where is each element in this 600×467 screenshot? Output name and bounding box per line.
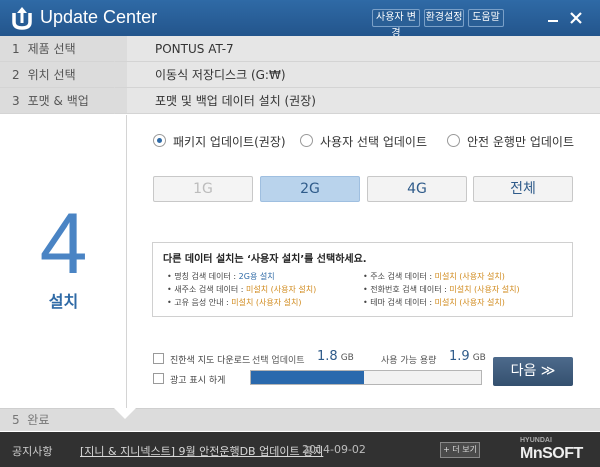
radio-icon — [447, 134, 460, 147]
selected-update-label: 선택 업데이트 — [252, 356, 305, 366]
step-3-value: 포맷 및 백업 데이터 설치 (권장) — [127, 88, 600, 113]
progress-fill — [251, 371, 364, 384]
settings-button[interactable]: 환경설정 — [424, 9, 464, 27]
app-title: Update Center — [40, 7, 158, 27]
footer: 공지사항 [지니 & 지니넥스트] 9월 안전운행DB 업데이트 공지 2014… — [0, 432, 600, 467]
info-item: • 전화번호 검색 데이터 : 미설치 (사용자 설치) — [363, 285, 520, 294]
minimize-icon[interactable] — [543, 9, 563, 27]
step-2-value: 이동식 저장디스크 (G:₩) — [127, 62, 600, 87]
size-2g-button[interactable]: 2G — [260, 176, 360, 202]
info-item: • 새주소 검색 데이터 : 미설치 (사용자 설치) — [167, 285, 317, 294]
info-item: • 고유 음성 안내 : 미설치 (사용자 설치) — [167, 298, 302, 307]
brand-logo: MnSOFT — [520, 445, 583, 462]
step-1-value: PONTUS AT-7 — [127, 36, 600, 61]
step-5-row: 5 완료 — [0, 408, 600, 431]
title-bar: Update Center 사용자 변경 환경설정 도움말 — [0, 0, 600, 39]
brand-logo-small: HYUNDAI — [520, 437, 552, 444]
info-item: • 테마 검색 데이터 : 미설치 (사용자 설치) — [363, 298, 505, 307]
change-user-button[interactable]: 사용자 변경 — [372, 9, 420, 39]
next-button[interactable]: 다음 ≫ — [493, 357, 573, 386]
notice-link[interactable]: [지니 & 지니넥스트] 9월 안전운행DB 업데이트 공지 — [80, 443, 323, 459]
available-space-label: 사용 가능 용량 — [381, 356, 437, 366]
help-button[interactable]: 도움말 — [468, 9, 504, 27]
current-step-panel: 4 설치 — [0, 115, 127, 408]
radio-icon — [153, 134, 166, 147]
step-1-row[interactable]: 1 제품 선택 PONTUS AT-7 — [0, 36, 600, 62]
size-4g-button[interactable]: 4G — [367, 176, 467, 202]
update-logo-icon — [12, 7, 32, 30]
step-5-label: 5 완료 — [12, 413, 50, 427]
step-3-row[interactable]: 3 포맷 & 백업 포맷 및 백업 데이터 설치 (권장) — [0, 88, 600, 114]
step-2-row[interactable]: 2 위치 선택 이동식 저장디스크 (G:₩) — [0, 62, 600, 88]
current-step-number: 4 — [39, 196, 88, 292]
available-space-value: 1.9 GB — [449, 349, 486, 364]
size-1g-button[interactable]: 1G — [153, 176, 253, 202]
capacity-progress-bar — [250, 370, 482, 385]
notice-date: 2014-09-02 — [302, 443, 366, 456]
radio-icon — [300, 134, 313, 147]
notice-label: 공지사항 — [12, 445, 53, 458]
step-1-label: 1 제품 선택 — [0, 36, 127, 61]
info-item: • 명칭 검색 데이터 : 2G용 설치 — [167, 272, 275, 281]
current-step-label: 설치 — [48, 292, 79, 311]
size-all-button[interactable]: 전체 — [473, 176, 573, 202]
step-3-label: 3 포맷 & 백업 — [0, 88, 127, 113]
info-item: • 주소 검색 데이터 : 미설치 (사용자 설치) — [363, 272, 505, 281]
data-info-box: 다른 데이터 설치는 ‘사용자 설치’를 선택하세요. • 명칭 검색 데이터 … — [152, 242, 573, 317]
step-2-label: 2 위치 선택 — [0, 62, 127, 87]
more-button[interactable]: + 더 보기 — [440, 442, 480, 458]
info-title: 다른 데이터 설치는 ‘사용자 설치’를 선택하세요. — [163, 254, 367, 265]
close-icon[interactable] — [566, 9, 586, 27]
selected-update-value: 1.8 GB — [317, 349, 354, 364]
